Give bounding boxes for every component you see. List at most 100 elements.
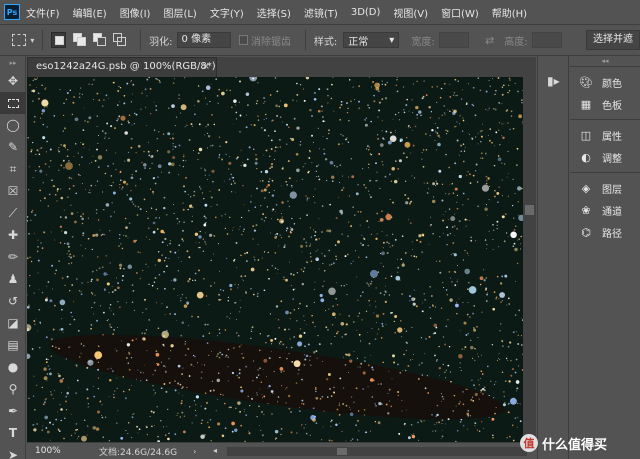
history-panel-icon[interactable]: ▮▸ [547,74,560,88]
brush-tool-icon[interactable]: ✏ [0,246,26,268]
chevron-down-icon: ▾ [389,34,395,46]
vertical-scrollbar[interactable] [523,77,536,442]
healing-brush-tool-icon[interactable]: ✚ [0,224,26,246]
status-menu-arrow[interactable]: › [193,447,196,456]
channels-icon: ❀ [581,203,591,217]
menu-bar: Ps 文件(F) 编辑(E) 图像(I) 图层(L) 文字(Y) 选择(S) 滤… [0,0,640,24]
panel-item-layers[interactable]: ◈ 图层 [570,177,640,199]
width-label: 宽度: [411,36,435,48]
adjustments-icon: ◐ [581,150,591,164]
menu-help[interactable]: 帮助(H) [492,5,527,20]
palette-icon: 🎨︎ [579,75,593,89]
panel-grip-icon[interactable]: ▸▸ [0,56,26,70]
height-input[interactable] [531,32,563,48]
pen-tool-icon[interactable]: ✒ [0,400,26,422]
divider [42,30,44,50]
width-input[interactable] [438,32,470,48]
menu-select[interactable]: 选择(S) [257,5,291,20]
panel-label: 调整 [602,153,622,165]
divider [304,30,306,50]
watermark-badge: 值 [520,434,538,452]
menu-filter[interactable]: 滤镜(T) [304,5,338,20]
frame-tool-icon[interactable]: ☒ [0,180,26,202]
scroll-left-icon[interactable]: ◂ [213,446,217,455]
paths-icon: ⌬ [581,225,591,239]
menu-layer[interactable]: 图层(L) [163,5,196,20]
antialias-label: 消除锯齿 [250,36,291,48]
collapsed-panel-strip: ▮▸ [537,56,569,459]
select-and-mask-button[interactable]: 选择并遮 [586,30,640,50]
lasso-tool-icon[interactable]: ◯ [0,114,26,136]
style-label: 样式: [313,36,338,48]
panel-grip-icon[interactable]: ◂◂ [570,56,640,66]
history-brush-tool-icon[interactable]: ↺ [0,290,26,312]
canvas-area [27,77,536,442]
document-tab[interactable]: eso1242a24G.psb @ 100%(RGB/8*) × [27,57,217,77]
crop-tool-icon[interactable]: ⌗ [0,158,26,180]
subtract-from-selection-button[interactable] [92,32,106,48]
horizontal-scroll-thumb[interactable] [337,448,347,455]
menu-file[interactable]: 文件(F) [26,5,60,20]
menu-view[interactable]: 视图(V) [393,5,428,20]
path-selection-tool-icon[interactable]: ➤ [0,444,26,459]
height-label: 高度: [504,36,528,48]
antialias-checkbox[interactable] [238,35,248,45]
panel-label: 颜色 [602,78,622,90]
divider [140,30,142,50]
properties-icon: ◫ [580,128,592,142]
vertical-scroll-thumb[interactable] [525,205,534,215]
panel-label: 色板 [602,100,622,112]
eyedropper-tool-icon[interactable]: ⟋ [0,202,26,224]
starfield-image[interactable] [27,77,523,442]
quick-selection-tool-icon[interactable]: ✎ [0,136,26,158]
menu-image[interactable]: 图像(I) [120,5,151,20]
zoom-level[interactable]: 100% [35,446,95,456]
watermark-text: 什么值得买 [542,437,608,453]
feather-label: 羽化: [149,36,173,48]
horizontal-scrollbar[interactable] [227,447,527,456]
close-icon[interactable]: × [202,58,210,76]
tool-preset-marquee-icon[interactable] [12,34,27,46]
swap-icon[interactable]: ⇄ [485,34,494,47]
panel-item-paths[interactable]: ⌬ 路径 [570,221,640,243]
panels-dock: ◂◂ 🎨︎ 颜色 ▦ 色板 ◫ 属性 ◐ 调整 ◈ 图层 ❀ 通道 ⌬ 路径 [570,56,640,459]
new-selection-button[interactable] [51,32,66,48]
feather-input[interactable]: 0 像素 [176,32,231,48]
panel-item-adjustments[interactable]: ◐ 调整 [570,146,640,168]
panel-item-properties[interactable]: ◫ 属性 [570,124,640,146]
tab-strip [217,57,536,77]
panel-item-swatches[interactable]: ▦ 色板 [570,93,640,115]
style-select[interactable]: 正常 ▾ [343,32,400,48]
eraser-tool-icon[interactable]: ◪ [0,312,26,334]
panel-label: 属性 [602,131,622,143]
type-tool-icon[interactable]: T [0,422,26,444]
panel-group-layers: ◈ 图层 ❀ 通道 ⌬ 路径 [570,172,640,247]
gradient-tool-icon[interactable]: ▤ [0,334,26,356]
watermark: 值 什么值得买 [520,432,607,454]
photoshop-logo: Ps [4,4,20,20]
tools-panel: ▸▸ ✥ ◯ ✎ ⌗ ☒ ⟋ ✚ ✏ ♟ ↺ ◪ ▤ ● ⚲ ✒ T ➤ [0,56,26,459]
swatches-icon: ▦ [580,97,592,111]
panel-item-channels[interactable]: ❀ 通道 [570,199,640,221]
clone-stamp-tool-icon[interactable]: ♟ [0,268,26,290]
options-bar: ▾ 羽化: 0 像素 消除锯齿 样式: 正常 ▾ 宽度: ⇄ 高度: 选择并遮 [0,24,640,56]
document-title: eso1242a24G.psb @ 100%(RGB/8*) [36,61,216,72]
marquee-tool-icon[interactable] [0,92,26,114]
panel-label: 图层 [602,184,622,196]
panel-item-color[interactable]: 🎨︎ 颜色 [570,71,640,93]
status-bar: 100% 文档:24.6G/24.6G › ◂ [27,442,536,459]
menu-window[interactable]: 窗口(W) [441,5,479,20]
starfield-render [27,77,523,442]
add-to-selection-button[interactable] [72,32,86,48]
menu-edit[interactable]: 编辑(E) [73,5,107,20]
menu-3d[interactable]: 3D(D) [351,7,381,18]
document-size-info: 文档:24.6G/24.6G [99,447,178,458]
intersect-selection-button[interactable] [112,32,127,48]
blur-tool-icon[interactable]: ● [0,356,26,378]
layers-icon: ◈ [581,181,591,195]
chevron-down-icon[interactable]: ▾ [30,36,34,45]
menu-type[interactable]: 文字(Y) [210,5,244,20]
move-tool-icon[interactable]: ✥ [0,70,26,92]
dodge-tool-icon[interactable]: ⚲ [0,378,26,400]
panel-group-properties: ◫ 属性 ◐ 调整 [570,119,640,172]
